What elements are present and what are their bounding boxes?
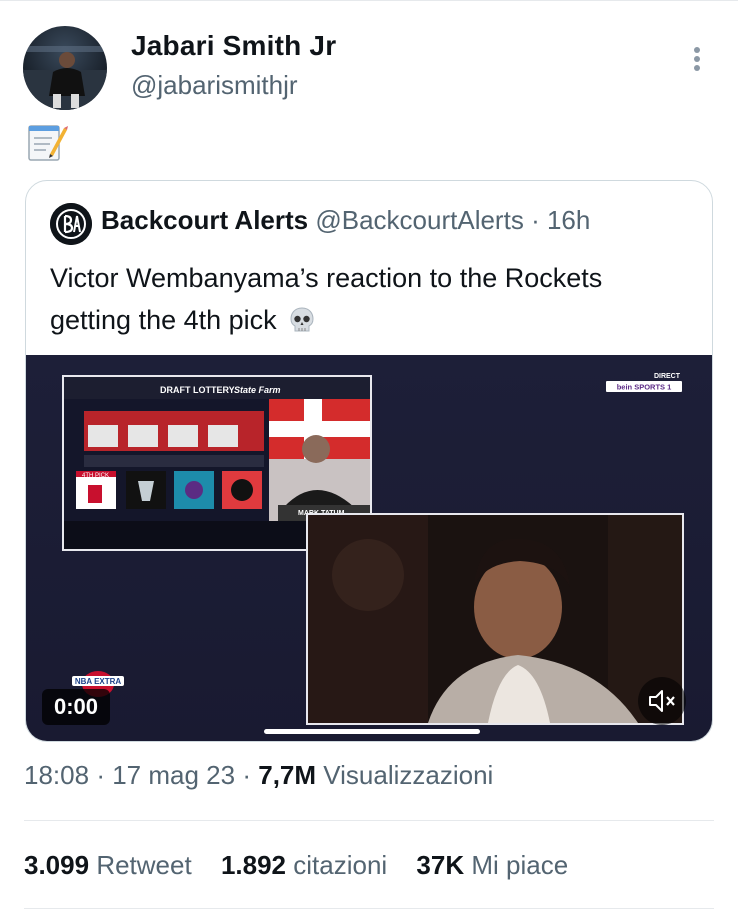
more-options-icon[interactable] — [688, 47, 706, 77]
quotes-count: 1.892 — [220, 850, 287, 880]
separator-dot: · — [242, 760, 251, 790]
author-avatar[interactable] — [23, 26, 107, 110]
video-elapsed-time: 0:00 — [42, 689, 110, 725]
likes-label: Mi piace — [471, 850, 569, 880]
skull-icon — [288, 304, 316, 332]
divider — [24, 820, 714, 821]
quoted-author-handle[interactable]: @BackcourtAlerts — [315, 205, 523, 235]
tweet-meta: 18:08 · 17 mag 23 · 7,7M Visualizzazioni — [24, 760, 493, 791]
quoted-timestamp[interactable]: 16h — [547, 205, 590, 235]
views-count[interactable]: 7,7M — [258, 760, 316, 790]
author-name[interactable]: Jabari Smith Jr — [131, 30, 336, 62]
quotes-stat[interactable]: 1.892 citazioni — [221, 850, 394, 880]
retweets-label: Retweet — [96, 850, 192, 880]
tweet-time[interactable]: 18:08 — [24, 760, 89, 790]
video-player[interactable]: DRAFT LOTTERY State Farm 4TH PICK DIRECT… — [26, 355, 712, 741]
memo-icon — [26, 120, 68, 162]
likes-count: 37K — [416, 850, 465, 880]
sponsor-label: State Farm — [234, 385, 281, 395]
retweets-count: 3.099 — [24, 850, 90, 880]
divider — [24, 908, 714, 909]
tweet-stats: 3.099 Retweet 1.892 citazioni 37K Mi pia… — [24, 850, 590, 881]
network-direct-label: DIRECT — [654, 373, 681, 380]
video-scrub-bar[interactable] — [264, 729, 480, 734]
quoted-header: Backcourt Alerts @BackcourtAlerts · 16h — [101, 205, 590, 236]
tweet-date[interactable]: 17 mag 23 — [112, 760, 235, 790]
network-logo: DIRECT bein SPORTS 1 — [606, 371, 682, 393]
quoted-text: Victor Wembanyama’s reaction to the Rock… — [50, 257, 690, 341]
quotes-label: citazioni — [293, 850, 388, 880]
views-label: Visualizzazioni — [323, 760, 494, 790]
network-brand: bein SPORTS 1 — [617, 383, 672, 392]
quoted-text-body: Victor Wembanyama’s reaction to the Rock… — [50, 263, 603, 335]
author-handle[interactable]: @jabarismithjr — [131, 70, 298, 101]
retweets-stat[interactable]: 3.099 Retweet — [24, 850, 199, 880]
nba-extra-label: NBA EXTRA — [75, 677, 122, 686]
likes-stat[interactable]: 37K Mi piace — [416, 850, 568, 880]
reaction-screen — [306, 513, 684, 725]
quoted-avatar[interactable] — [50, 203, 92, 245]
pick-label: 4TH PICK — [82, 473, 109, 479]
separator-dot: · — [96, 760, 105, 790]
separator-dot: · — [531, 205, 540, 235]
quoted-tweet-card[interactable]: Backcourt Alerts @BackcourtAlerts · 16h … — [25, 180, 713, 742]
quoted-author-name[interactable]: Backcourt Alerts — [101, 205, 308, 235]
top-divider — [0, 0, 738, 5]
mute-icon[interactable] — [638, 677, 686, 725]
lottery-banner: DRAFT LOTTERY — [160, 385, 235, 395]
